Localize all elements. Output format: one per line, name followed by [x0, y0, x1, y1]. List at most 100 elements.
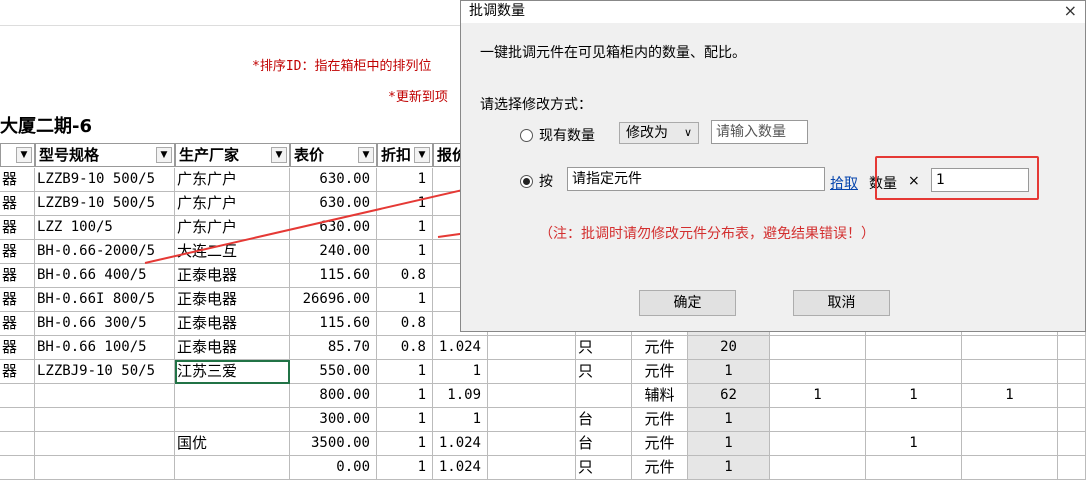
column-header-price[interactable]: 表价 ▼: [290, 143, 377, 167]
cell-unit[interactable]: [576, 384, 632, 408]
cell-price[interactable]: 240.00: [290, 240, 377, 264]
cell-price[interactable]: 85.70: [290, 336, 377, 360]
cell-e3[interactable]: [962, 432, 1058, 456]
cell-blank1[interactable]: [488, 384, 576, 408]
cell-qty[interactable]: 1: [688, 432, 770, 456]
cell-quote[interactable]: 1.024: [433, 456, 488, 480]
cell-type[interactable]: 元件: [632, 360, 688, 384]
cell-maker[interactable]: [175, 408, 290, 432]
cell-e3[interactable]: 1: [962, 384, 1058, 408]
cell-quote[interactable]: 1: [433, 360, 488, 384]
filter-dropdown-icon[interactable]: ▼: [271, 147, 287, 163]
cell-e4[interactable]: [1058, 408, 1086, 432]
cell-qty[interactable]: 62: [688, 384, 770, 408]
cell-disc[interactable]: 0.8: [377, 264, 433, 288]
cell-c0[interactable]: [0, 384, 35, 408]
cell-model[interactable]: BH-0.66 100/5: [35, 336, 175, 360]
cell-type[interactable]: 辅料: [632, 384, 688, 408]
cell-maker[interactable]: 正泰电器: [175, 312, 290, 336]
cell-e2[interactable]: [866, 360, 962, 384]
cell-maker[interactable]: 大连二互: [175, 240, 290, 264]
cell-e2[interactable]: [866, 408, 962, 432]
option-existing-quantity-label[interactable]: 现有数量: [539, 125, 595, 145]
cell-price[interactable]: 800.00: [290, 384, 377, 408]
cell-e4[interactable]: [1058, 432, 1086, 456]
cell-model[interactable]: BH-0.66 400/5: [35, 264, 175, 288]
cell-e4[interactable]: [1058, 456, 1086, 480]
cell-blank1[interactable]: [488, 456, 576, 480]
cell-price[interactable]: 115.60: [290, 312, 377, 336]
cell-maker[interactable]: 江苏三爱: [175, 360, 290, 384]
cell-disc[interactable]: 1: [377, 240, 433, 264]
cell-e4[interactable]: [1058, 384, 1086, 408]
cell-unit[interactable]: 台: [576, 408, 632, 432]
cell-disc[interactable]: 1: [377, 360, 433, 384]
cell-price[interactable]: 115.60: [290, 264, 377, 288]
cell-unit[interactable]: 台: [576, 432, 632, 456]
cell-price[interactable]: 630.00: [290, 168, 377, 192]
cell-price[interactable]: 550.00: [290, 360, 377, 384]
cell-price[interactable]: 26696.00: [290, 288, 377, 312]
cell-e1[interactable]: [770, 336, 866, 360]
cell-e1[interactable]: [770, 456, 866, 480]
cell-type[interactable]: 元件: [632, 408, 688, 432]
column-header-quote[interactable]: 报价: [433, 143, 463, 167]
cell-quote[interactable]: 1.024: [433, 432, 488, 456]
cell-type[interactable]: 元件: [632, 432, 688, 456]
cell-qty[interactable]: 1: [688, 360, 770, 384]
cell-unit[interactable]: 只: [576, 456, 632, 480]
ok-button[interactable]: 确定: [639, 290, 736, 316]
cell-model[interactable]: LZZB9-10 500/5: [35, 192, 175, 216]
cell-model[interactable]: LZZB9-10 500/5: [35, 168, 175, 192]
cell-model[interactable]: BH-0.66-2000/5: [35, 240, 175, 264]
cell-e3[interactable]: [962, 408, 1058, 432]
cell-quote[interactable]: 1: [433, 408, 488, 432]
cell-maker[interactable]: [175, 456, 290, 480]
cell-disc[interactable]: 1: [377, 432, 433, 456]
cell-e1[interactable]: 1: [770, 384, 866, 408]
cell-e3[interactable]: [962, 456, 1058, 480]
cell-c0[interactable]: 器: [0, 240, 35, 264]
cell-blank1[interactable]: [488, 336, 576, 360]
cell-quote[interactable]: 1.09: [433, 384, 488, 408]
cell-model[interactable]: BH-0.66 300/5: [35, 312, 175, 336]
cell-maker[interactable]: 正泰电器: [175, 264, 290, 288]
cell-disc[interactable]: 0.8: [377, 336, 433, 360]
cell-quote[interactable]: 1.024: [433, 336, 488, 360]
cell-blank1[interactable]: [488, 360, 576, 384]
cell-unit[interactable]: 只: [576, 336, 632, 360]
quantity-input[interactable]: 请输入数量: [711, 120, 808, 144]
cell-c0[interactable]: 器: [0, 360, 35, 384]
cell-maker[interactable]: 正泰电器: [175, 336, 290, 360]
cancel-button[interactable]: 取消: [793, 290, 890, 316]
cell-e1[interactable]: [770, 432, 866, 456]
cell-price[interactable]: 630.00: [290, 216, 377, 240]
cell-c0[interactable]: [0, 432, 35, 456]
cell-disc[interactable]: 1: [377, 192, 433, 216]
cell-maker[interactable]: 广东广户: [175, 216, 290, 240]
cell-price[interactable]: 0.00: [290, 456, 377, 480]
modify-mode-select[interactable]: 修改为 ∨: [619, 122, 699, 144]
component-field[interactable]: 请指定元件: [567, 167, 825, 191]
cell-model[interactable]: [35, 456, 175, 480]
cell-price[interactable]: 3500.00: [290, 432, 377, 456]
column-header-type[interactable]: ▼: [0, 143, 35, 167]
cell-maker[interactable]: 广东广户: [175, 192, 290, 216]
cell-e2[interactable]: 1: [866, 384, 962, 408]
filter-dropdown-icon[interactable]: ▼: [16, 147, 32, 163]
cell-model[interactable]: [35, 408, 175, 432]
cell-maker[interactable]: [175, 384, 290, 408]
cell-e2[interactable]: [866, 456, 962, 480]
cell-disc[interactable]: 1: [377, 216, 433, 240]
cell-maker[interactable]: 正泰电器: [175, 288, 290, 312]
cell-type[interactable]: 元件: [632, 336, 688, 360]
cell-e3[interactable]: [962, 360, 1058, 384]
cell-blank1[interactable]: [488, 432, 576, 456]
cell-e2[interactable]: 1: [866, 432, 962, 456]
close-icon[interactable]: ×: [1064, 1, 1077, 21]
cell-qty[interactable]: 1: [688, 456, 770, 480]
filter-dropdown-icon[interactable]: ▼: [156, 147, 172, 163]
radio-by-component[interactable]: [520, 175, 533, 188]
cell-e4[interactable]: [1058, 360, 1086, 384]
column-header-model[interactable]: 型号规格 ▼: [35, 143, 175, 167]
